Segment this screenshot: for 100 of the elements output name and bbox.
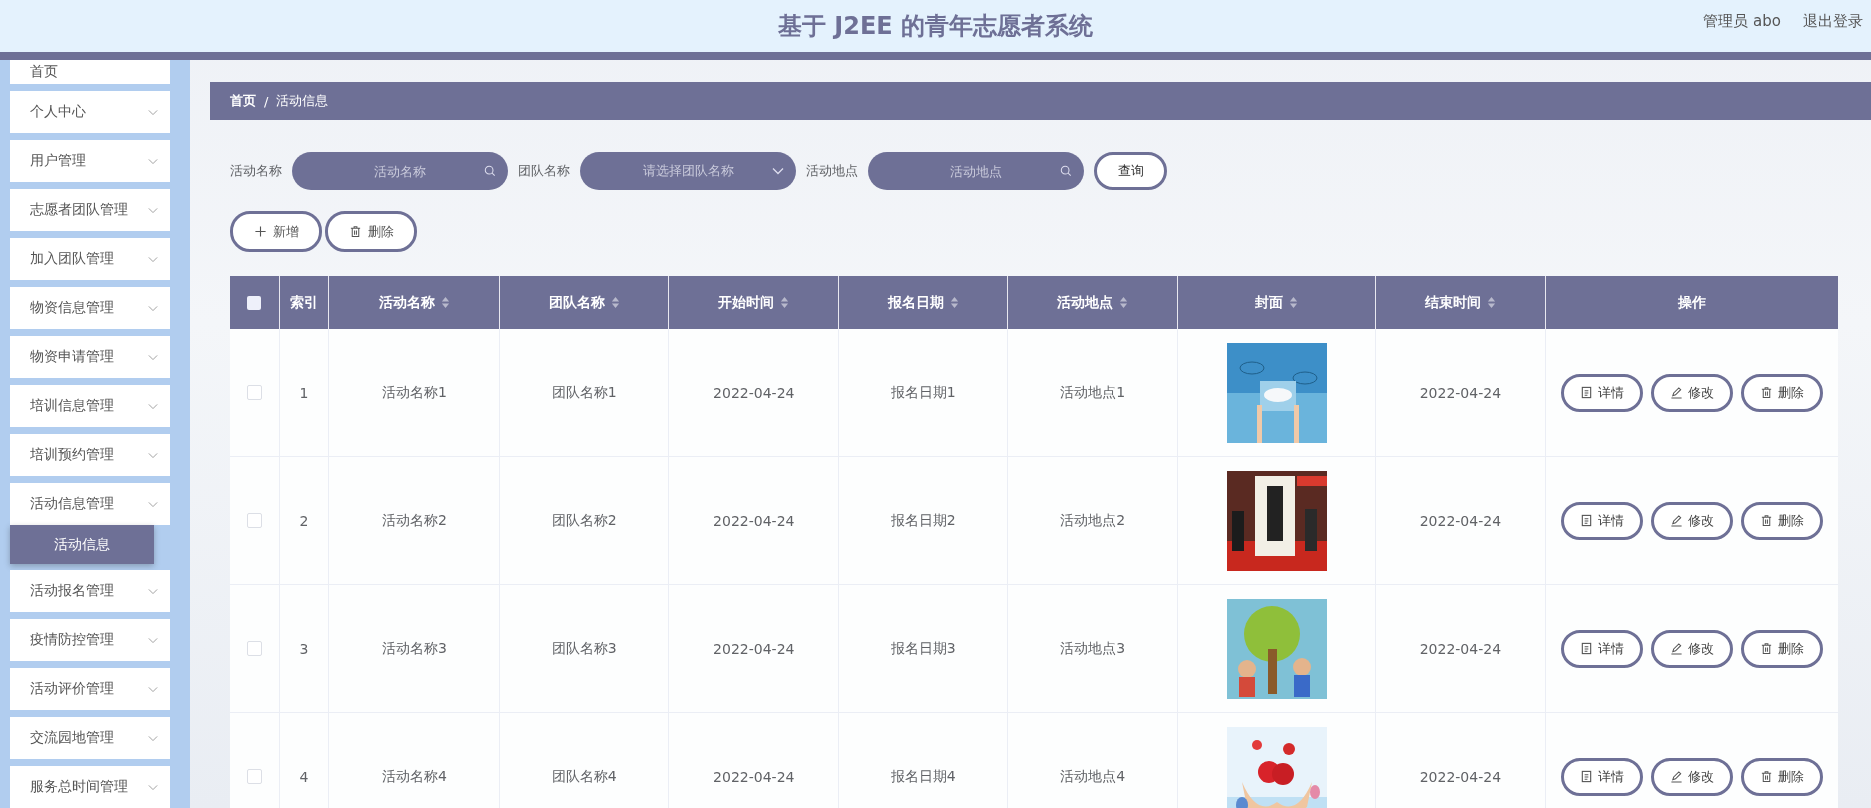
sort-icon — [780, 296, 790, 309]
team-name-cell: 团队名称1 — [500, 329, 670, 456]
sort-icon — [1119, 296, 1129, 309]
breadcrumb-separator: / — [264, 93, 269, 109]
end-date-cell: 2022-04-24 — [1375, 457, 1546, 584]
end-date-cell: 2022-04-24 — [1375, 713, 1546, 808]
team-name-cell: 团队名称4 — [500, 713, 670, 808]
search-icon — [484, 165, 496, 177]
sidebar-item[interactable]: 个人中心 — [10, 91, 170, 133]
index-cell: 2 — [279, 457, 330, 584]
start-date-cell: 2022-04-24 — [669, 329, 840, 456]
checkbox[interactable] — [246, 513, 262, 528]
user-label: 管理员 abo — [1703, 12, 1781, 31]
edit-button[interactable]: 修改 — [1650, 629, 1733, 668]
sidebar-item[interactable]: 物资信息管理 — [10, 287, 170, 329]
delete-button[interactable]: 删除 — [1740, 373, 1823, 412]
sidebar-item[interactable]: 活动报名管理 — [10, 570, 170, 612]
team-name-cell: 团队名称2 — [500, 457, 670, 584]
sidebar-item[interactable]: 活动信息管理 — [10, 483, 170, 525]
sidebar-item[interactable]: 加入团队管理 — [10, 238, 170, 280]
start-date-cell: 2022-04-24 — [669, 713, 840, 808]
sort-icon — [1486, 296, 1496, 309]
chevron-down-icon — [148, 402, 158, 410]
sidebar-item[interactable]: 培训信息管理 — [10, 385, 170, 427]
chevron-down-icon — [148, 353, 158, 361]
trash-icon — [1759, 642, 1773, 655]
location-cell: 活动地点2 — [1008, 457, 1179, 584]
field-label: 活动名称 — [230, 162, 282, 180]
chevron-down-icon — [148, 206, 158, 214]
search-field[interactable]: 活动名称 — [292, 152, 508, 190]
details-button[interactable]: 详情 — [1560, 373, 1643, 412]
chevron-down-icon — [148, 783, 158, 791]
location-cell: 活动地点3 — [1008, 585, 1179, 712]
breadcrumb-item[interactable]: 首页 — [230, 92, 256, 110]
signup-date-cell: 报名日期1 — [839, 329, 1009, 456]
index-cell: 1 — [279, 329, 330, 456]
delete-button[interactable]: 删除 — [1740, 757, 1823, 796]
chevron-down-icon — [148, 157, 158, 165]
details-button[interactable]: 详情 — [1560, 501, 1643, 540]
sidebar-item[interactable]: 交流园地管理 — [10, 717, 170, 759]
details-button[interactable]: 详情 — [1560, 757, 1643, 796]
sidebar-item[interactable]: 志愿者团队管理 — [10, 189, 170, 231]
start-date-cell: 2022-04-24 — [669, 457, 840, 584]
edit-button[interactable]: 修改 — [1650, 757, 1733, 796]
column-header: 操作 — [1676, 292, 1707, 312]
sort-icon — [1289, 296, 1298, 309]
trash-icon — [1759, 386, 1773, 399]
location-cell: 活动地点1 — [1008, 329, 1179, 456]
edit-button[interactable]: 修改 — [1650, 373, 1733, 412]
trash-icon — [348, 225, 362, 238]
sidebar-item[interactable]: 用户管理 — [10, 140, 170, 182]
chevron-down-icon — [148, 636, 158, 644]
activity-name-cell: 活动名称2 — [329, 457, 501, 584]
checkbox[interactable] — [247, 295, 262, 310]
pencil-icon — [1669, 386, 1683, 399]
sidebar-item[interactable]: 首页 — [10, 60, 170, 84]
logout-link[interactable]: 退出登录 — [1803, 12, 1863, 31]
index-cell: 3 — [279, 585, 330, 712]
chevron-down-icon — [148, 451, 158, 459]
location-cell: 活动地点4 — [1008, 713, 1179, 808]
signup-date-cell: 报名日期4 — [839, 713, 1009, 808]
add-button[interactable]: 新增 — [230, 211, 322, 252]
search-field[interactable]: 活动地点 — [868, 152, 1084, 190]
edit-button[interactable]: 修改 — [1650, 501, 1733, 540]
signup-date-cell: 报名日期2 — [839, 457, 1009, 584]
end-date-cell: 2022-04-24 — [1375, 585, 1546, 712]
document-icon — [1579, 770, 1593, 783]
delete-button[interactable]: 删除 — [1740, 629, 1823, 668]
checkbox[interactable] — [246, 641, 262, 656]
sidebar-item[interactable]: 疫情防控管理 — [10, 619, 170, 661]
activity-name-cell: 活动名称4 — [329, 713, 501, 808]
checkbox[interactable] — [246, 385, 262, 400]
search-button[interactable]: 查询 — [1094, 152, 1167, 190]
field-label: 活动地点 — [806, 162, 858, 180]
index-cell: 4 — [279, 713, 330, 808]
sidebar-item[interactable]: 服务总时间管理 — [10, 766, 170, 808]
delete-button[interactable]: 删除 — [1740, 501, 1823, 540]
signup-date-cell: 报名日期3 — [839, 585, 1009, 712]
activity-name-cell: 活动名称1 — [329, 329, 501, 456]
submenu-item[interactable]: 活动信息 — [10, 525, 154, 564]
app-title: 基于 J2EE 的青年志愿者系统 — [777, 11, 1094, 42]
sidebar-item[interactable]: 物资申请管理 — [10, 336, 170, 378]
chevron-down-icon — [148, 255, 158, 263]
chevron-down-icon — [148, 108, 158, 116]
chevron-down-icon — [148, 587, 158, 595]
trash-icon — [1759, 770, 1773, 783]
chevron-down-icon — [148, 304, 158, 312]
sidebar-item[interactable]: 培训预约管理 — [10, 434, 170, 476]
document-icon — [1579, 514, 1593, 527]
pencil-icon — [1669, 642, 1683, 655]
sidebar-item[interactable]: 活动评价管理 — [10, 668, 170, 710]
team-name-cell: 团队名称3 — [500, 585, 670, 712]
checkbox[interactable] — [246, 769, 262, 784]
details-button[interactable]: 详情 — [1560, 629, 1643, 668]
breadcrumb-item: 活动信息 — [276, 92, 329, 110]
delete-button[interactable]: 删除 — [325, 211, 417, 252]
sort-icon — [440, 296, 450, 309]
document-icon — [1579, 642, 1593, 655]
chevron-down-icon — [148, 734, 158, 742]
activity-name-cell: 活动名称3 — [329, 585, 501, 712]
